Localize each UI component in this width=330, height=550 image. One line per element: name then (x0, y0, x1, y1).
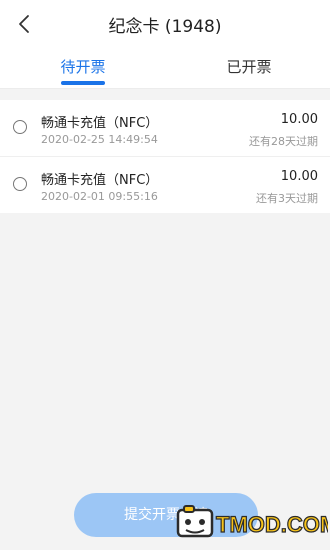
active-tab-indicator (61, 81, 105, 85)
tab-issued[interactable]: 已开票 (194, 56, 304, 77)
item-name: 畅通卡充值（NFC） (41, 173, 159, 188)
item-time: 2020-02-01 09:55:16 (41, 190, 158, 203)
list-item[interactable]: 畅通卡充值（NFC） 2020-02-25 14:49:54 10.00 还有2… (0, 100, 330, 157)
item-name: 畅通卡充值（NFC） (41, 116, 159, 131)
invoice-list: 畅通卡充值（NFC） 2020-02-25 14:49:54 10.00 还有2… (0, 100, 330, 213)
item-amount: 10.00 (280, 112, 318, 127)
tab-pending[interactable]: 待开票 (28, 56, 138, 77)
item-expire: 还有3天过期 (256, 192, 318, 205)
list-item[interactable]: 畅通卡充值（NFC） 2020-02-01 09:55:16 10.00 还有3… (0, 157, 330, 213)
submit-invoice-button[interactable]: 提交开票申请 (74, 493, 258, 537)
item-amount: 10.00 (280, 169, 318, 184)
app-screen: 纪念卡 (1948) 待开票 已开票 畅通卡充值（NFC） 2020-02-25… (0, 0, 330, 550)
item-time: 2020-02-25 14:49:54 (41, 133, 158, 146)
item-expire: 还有28天过期 (249, 135, 318, 148)
select-radio[interactable] (13, 177, 27, 191)
page-title: 纪念卡 (1948) (108, 17, 222, 37)
select-radio[interactable] (13, 120, 27, 134)
top-bar: 纪念卡 (1948) (0, 0, 330, 48)
tab-bar: 待开票 已开票 (0, 48, 330, 89)
